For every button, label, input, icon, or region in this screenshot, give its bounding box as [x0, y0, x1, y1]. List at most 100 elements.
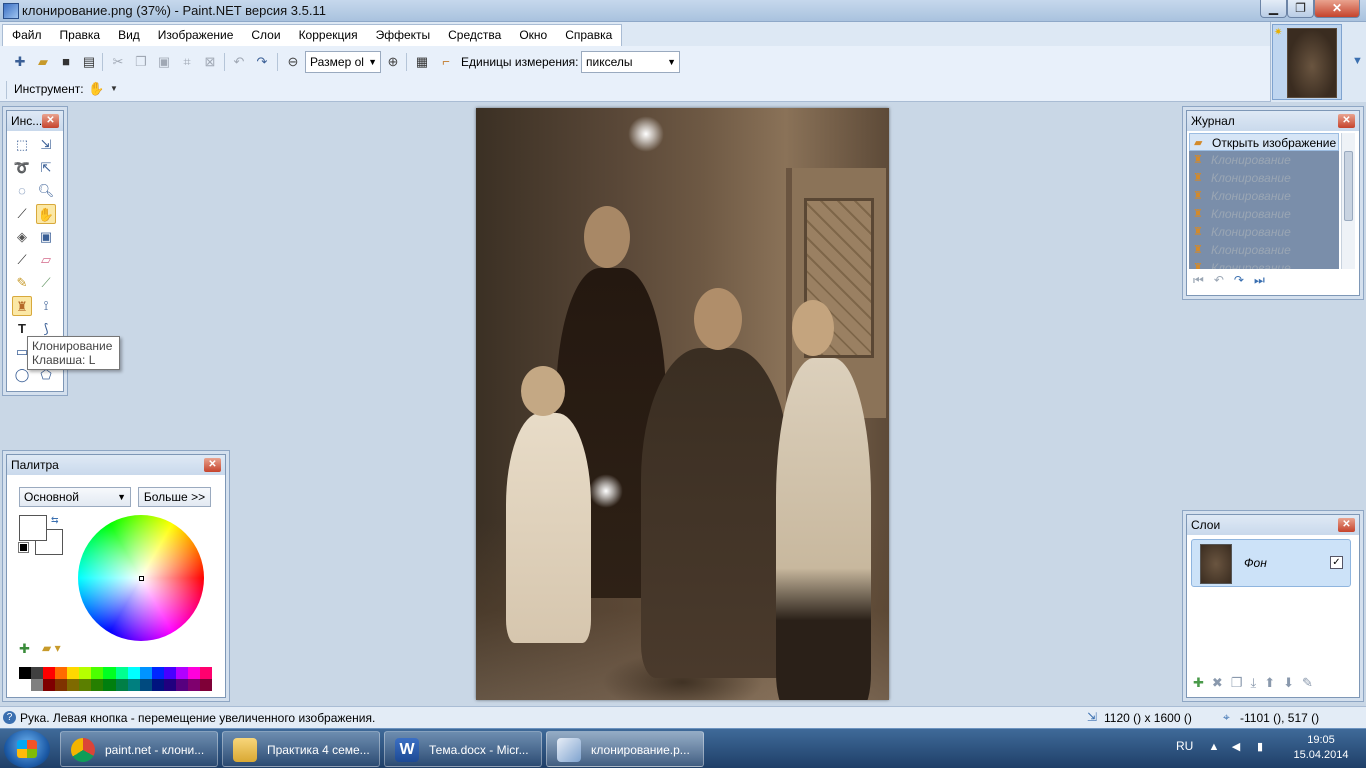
color-palette-grid[interactable] — [19, 667, 212, 691]
menu-help[interactable]: Справка — [556, 25, 621, 46]
palette-color-swatch[interactable] — [199, 679, 212, 691]
history-item[interactable]: ♜ Клонирование — [1189, 205, 1339, 223]
palette-color-swatch[interactable] — [19, 679, 32, 691]
chevron-down-icon[interactable]: ▼ — [106, 81, 122, 97]
layer-row[interactable]: Фон ✓ — [1191, 539, 1351, 587]
minimize-button[interactable]: ▁ — [1260, 0, 1287, 18]
history-item[interactable]: ♜ Клонирование — [1189, 259, 1339, 269]
palette-color-swatch[interactable] — [115, 679, 128, 691]
layer-visibility-checkbox[interactable]: ✓ — [1330, 556, 1343, 569]
layers-panel-close-button[interactable]: ✕ — [1338, 518, 1355, 532]
hand-tool-icon[interactable]: ✋ — [88, 81, 104, 97]
save-icon[interactable]: ■ — [58, 54, 74, 70]
palette-color-swatch[interactable] — [19, 667, 32, 679]
start-button[interactable] — [4, 730, 50, 768]
taskbar-item-word[interactable]: W Тема.docx - Micr... — [384, 731, 542, 767]
history-item[interactable]: ♜ Клонирование — [1189, 187, 1339, 205]
palette-color-swatch[interactable] — [163, 667, 176, 679]
history-scrollbar[interactable] — [1341, 133, 1355, 269]
palette-color-swatch[interactable] — [91, 679, 104, 691]
grid-icon[interactable]: ▦ — [414, 54, 430, 70]
battery-icon[interactable]: ▮ — [1254, 741, 1266, 753]
copy-icon[interactable]: ❐ — [133, 54, 149, 70]
undo-icon[interactable]: ↶ — [231, 54, 247, 70]
ellipse-select-icon[interactable]: ◌ — [12, 181, 32, 201]
units-select[interactable]: пикселы ▼ — [581, 51, 680, 73]
step-forward-icon[interactable]: ↷ — [1234, 273, 1244, 288]
pencil-icon[interactable]: ✎ — [12, 273, 32, 293]
move-selected-pixels-icon[interactable]: ⇲ — [36, 135, 56, 155]
color-wheel[interactable] — [78, 515, 204, 641]
palette-color-swatch[interactable] — [67, 667, 80, 679]
palette-color-swatch[interactable] — [79, 679, 92, 691]
palette-color-swatch[interactable] — [115, 667, 128, 679]
palette-color-swatch[interactable] — [79, 667, 92, 679]
palette-color-swatch[interactable] — [43, 667, 56, 679]
palette-menu-icon[interactable]: ▰ ▾ — [42, 641, 61, 655]
palette-panel-close-button[interactable]: ✕ — [204, 458, 221, 472]
paste-icon[interactable]: ▣ — [156, 54, 172, 70]
palette-color-swatch[interactable] — [127, 667, 140, 679]
crop-icon[interactable]: ⌗ — [179, 54, 195, 70]
history-item[interactable]: ♜ Клонирование — [1189, 151, 1339, 169]
more-button[interactable]: Больше >> — [138, 487, 211, 507]
volume-icon[interactable]: ◀ — [1230, 741, 1242, 753]
palette-color-swatch[interactable] — [67, 679, 80, 691]
delete-layer-icon[interactable]: ✖ — [1212, 675, 1223, 691]
add-color-icon[interactable]: ✚ — [19, 641, 30, 657]
palette-color-swatch[interactable] — [31, 667, 44, 679]
history-item[interactable]: ▰ Открыть изображение — [1189, 133, 1339, 151]
menu-image[interactable]: Изображение — [149, 25, 243, 46]
tools-panel-close-button[interactable]: ✕ — [42, 114, 59, 128]
cut-icon[interactable]: ✂ — [110, 54, 126, 70]
menu-adjustments[interactable]: Коррекция — [290, 25, 367, 46]
rect-select-icon[interactable]: ⬚ — [12, 135, 32, 155]
menu-effects[interactable]: Эффекты — [367, 25, 440, 46]
palette-color-swatch[interactable] — [151, 679, 164, 691]
magic-wand-icon[interactable]: ⟋ — [12, 204, 32, 224]
lasso-select-icon[interactable]: ➰ — [12, 158, 32, 178]
gradient-icon[interactable]: ▣ — [36, 227, 56, 247]
palette-color-swatch[interactable] — [139, 679, 152, 691]
palette-color-swatch[interactable] — [127, 679, 140, 691]
paintnet-app-icon[interactable] — [3, 3, 19, 19]
clone-stamp-icon[interactable]: ♜ — [12, 296, 32, 316]
image-tab-thumbnail[interactable]: ✷ — [1272, 24, 1342, 100]
scrollbar-thumb[interactable] — [1344, 151, 1353, 221]
canvas-image[interactable] — [476, 108, 889, 700]
print-icon[interactable]: ▤ — [81, 54, 97, 70]
ruler-icon[interactable]: ⌐ — [438, 54, 454, 70]
palette-color-swatch[interactable] — [103, 667, 116, 679]
palette-color-swatch[interactable] — [187, 679, 200, 691]
menu-view[interactable]: Вид — [109, 25, 149, 46]
duplicate-layer-icon[interactable]: ❐ — [1231, 675, 1243, 691]
tray-clock[interactable]: 19:05 15.04.2014 — [1286, 733, 1356, 763]
move-selection-icon[interactable]: ⇱ — [36, 158, 56, 178]
palette-color-swatch[interactable] — [175, 679, 188, 691]
step-back-icon[interactable]: ↶ — [1214, 273, 1224, 288]
add-layer-icon[interactable]: ✚ — [1193, 675, 1204, 691]
fast-forward-icon[interactable]: ⏭ — [1254, 273, 1265, 288]
open-file-icon[interactable]: ▰ — [35, 54, 51, 70]
palette-color-swatch[interactable] — [139, 667, 152, 679]
merge-layer-down-icon[interactable]: ⤓ — [1250, 675, 1256, 691]
swap-colors-icon[interactable]: ⇆ — [51, 515, 59, 526]
move-layer-down-icon[interactable]: ⬇ — [1283, 675, 1294, 691]
palette-color-swatch[interactable] — [175, 667, 188, 679]
menu-layers[interactable]: Слои — [242, 25, 289, 46]
history-item[interactable]: ♜ Клонирование — [1189, 223, 1339, 241]
paint-bucket-icon[interactable]: ◈ — [12, 227, 32, 247]
primary-color-swatch[interactable] — [19, 515, 47, 541]
zoom-out-icon[interactable]: ⊖ — [285, 54, 301, 70]
recolor-icon[interactable]: ⟟ — [36, 296, 56, 316]
menu-file[interactable]: Файл — [3, 25, 51, 46]
palette-color-swatch[interactable] — [91, 667, 104, 679]
new-file-icon[interactable]: ✚ — [12, 54, 28, 70]
palette-color-swatch[interactable] — [163, 679, 176, 691]
maximize-button[interactable]: ❐ — [1287, 0, 1314, 18]
menu-edit[interactable]: Правка — [51, 25, 110, 46]
menu-utilities[interactable]: Средства — [439, 25, 510, 46]
palette-color-swatch[interactable] — [199, 667, 212, 679]
paintbrush-icon[interactable]: ⟋ — [12, 250, 32, 270]
redo-icon[interactable]: ↷ — [254, 54, 270, 70]
